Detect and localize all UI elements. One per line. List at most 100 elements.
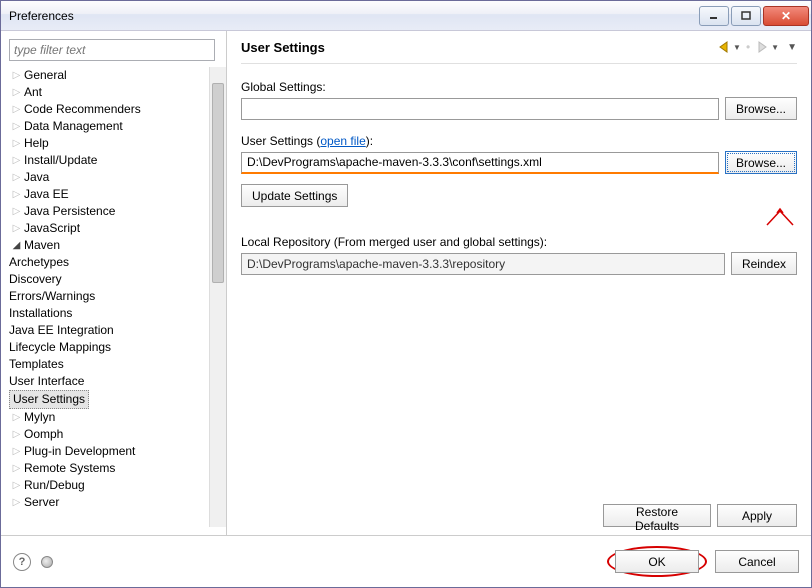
tree-item-label: Help: [24, 135, 49, 152]
tree-item-label: Archetypes: [9, 254, 69, 271]
dialog-footer: ? OK Cancel: [1, 535, 811, 587]
tree-item[interactable]: ▷General: [9, 67, 207, 84]
tree-item[interactable]: Errors/Warnings: [9, 288, 207, 305]
tree-item[interactable]: User Settings: [9, 390, 207, 409]
tree-item-label: Installations: [9, 305, 72, 322]
help-icon[interactable]: ?: [13, 553, 31, 571]
reindex-button[interactable]: Reindex: [731, 252, 797, 275]
back-dropdown-icon[interactable]: ▼: [733, 43, 741, 52]
chevron-right-icon[interactable]: ▷: [9, 101, 24, 118]
tree-item[interactable]: ▷Ant: [9, 84, 207, 101]
global-browse-button[interactable]: Browse...: [725, 97, 797, 120]
restore-defaults-button[interactable]: Restore Defaults: [603, 504, 711, 527]
tree-item-label: JavaScript: [24, 220, 80, 237]
footer-buttons: OK Cancel: [607, 546, 799, 577]
local-repo-row: Local Repository (From merged user and g…: [241, 235, 797, 275]
tree-item[interactable]: Discovery: [9, 271, 207, 288]
tree-item[interactable]: ▷Code Recommenders: [9, 101, 207, 118]
minimize-button[interactable]: [699, 6, 729, 26]
tree-item[interactable]: ▷Run/Debug: [9, 477, 207, 494]
chevron-right-icon[interactable]: ▷: [9, 118, 24, 135]
maximize-button[interactable]: [731, 6, 761, 26]
chevron-right-icon[interactable]: ▷: [9, 443, 24, 460]
nav-arrows: ▼ • ▼ ▼: [717, 39, 797, 55]
close-button[interactable]: ✕: [763, 6, 809, 26]
back-icon[interactable]: [717, 39, 733, 55]
cancel-button[interactable]: Cancel: [715, 550, 799, 573]
tree-item[interactable]: Lifecycle Mappings: [9, 339, 207, 356]
tree-item-label: Run/Debug: [24, 477, 85, 494]
tree-item[interactable]: Archetypes: [9, 254, 207, 271]
tree-item-label: Templates: [9, 356, 64, 373]
tree-item-label: User Interface: [9, 373, 84, 390]
page-buttons: Restore Defaults Apply: [241, 496, 797, 527]
chevron-right-icon[interactable]: ▷: [9, 426, 24, 443]
forward-dropdown-icon[interactable]: ▼: [771, 43, 779, 52]
tree-item-label: Maven: [24, 237, 60, 254]
preferences-tree[interactable]: ▷General▷Ant▷Code Recommenders▷Data Mana…: [9, 67, 209, 527]
tree-item[interactable]: ▷JavaScript: [9, 220, 207, 237]
tree-item[interactable]: ▷Java EE: [9, 186, 207, 203]
tree-item[interactable]: ▷Remote Systems: [9, 460, 207, 477]
status-dot-icon[interactable]: [41, 556, 53, 568]
chevron-right-icon[interactable]: ▷: [9, 169, 24, 186]
forward-icon[interactable]: [755, 39, 771, 55]
user-settings-row: User Settings (open file): Browse...: [241, 134, 797, 174]
chevron-right-icon[interactable]: ▷: [9, 409, 24, 426]
tree-item[interactable]: ▷Java Persistence: [9, 203, 207, 220]
tree-item-label: Java EE: [24, 186, 69, 203]
tree-item-label: Remote Systems: [24, 460, 115, 477]
tree-wrap: ▷General▷Ant▷Code Recommenders▷Data Mana…: [9, 67, 226, 527]
local-repo-input: [241, 253, 725, 275]
tree-item[interactable]: Installations: [9, 305, 207, 322]
preferences-window: Preferences ✕ ▷General▷Ant▷Code Recommen…: [0, 0, 812, 588]
tree-item[interactable]: User Interface: [9, 373, 207, 390]
chevron-down-icon[interactable]: ◢: [9, 237, 24, 254]
window-title: Preferences: [9, 9, 697, 23]
chevron-right-icon[interactable]: ▷: [9, 135, 24, 152]
tree-item[interactable]: ▷Server: [9, 494, 207, 511]
global-settings-input[interactable]: [241, 98, 719, 120]
chevron-right-icon[interactable]: ▷: [9, 186, 24, 203]
titlebar: Preferences ✕: [1, 1, 811, 31]
scroll-thumb[interactable]: [212, 83, 224, 283]
tree-item-label: User Settings: [9, 390, 89, 409]
chevron-right-icon[interactable]: ▷: [9, 67, 24, 84]
tree-item-label: Data Management: [24, 118, 123, 135]
tree-item[interactable]: ◢Maven: [9, 237, 207, 254]
tree-scrollbar[interactable]: [209, 67, 226, 527]
tree-item[interactable]: ▷Oomph: [9, 426, 207, 443]
open-file-link[interactable]: open file: [320, 134, 365, 148]
filter-input[interactable]: [9, 39, 215, 61]
tree-item[interactable]: ▷Data Management: [9, 118, 207, 135]
tree-item-label: Ant: [24, 84, 42, 101]
tree-item[interactable]: ▷Mylyn: [9, 409, 207, 426]
menu-dropdown-icon[interactable]: ▼: [787, 42, 797, 53]
tree-item[interactable]: ▷Java: [9, 169, 207, 186]
user-browse-button[interactable]: Browse...: [725, 151, 797, 174]
page-title: User Settings: [241, 40, 717, 55]
tree-item-label: General: [24, 67, 67, 84]
annotation-ok-circle: OK: [607, 546, 707, 577]
tree-item-label: Errors/Warnings: [9, 288, 95, 305]
apply-button[interactable]: Apply: [717, 504, 797, 527]
tree-item[interactable]: Java EE Integration: [9, 322, 207, 339]
tree-item[interactable]: Templates: [9, 356, 207, 373]
tree-item[interactable]: ▷Install/Update: [9, 152, 207, 169]
ok-button[interactable]: OK: [615, 550, 699, 573]
nav-separator: •: [746, 40, 750, 54]
chevron-right-icon[interactable]: ▷: [9, 220, 24, 237]
chevron-right-icon[interactable]: ▷: [9, 460, 24, 477]
tree-item-label: Discovery: [9, 271, 62, 288]
global-settings-row: Global Settings: Browse...: [241, 80, 797, 120]
user-settings-label: User Settings (open file):: [241, 134, 797, 148]
chevron-right-icon[interactable]: ▷: [9, 203, 24, 220]
chevron-right-icon[interactable]: ▷: [9, 152, 24, 169]
tree-item[interactable]: ▷Help: [9, 135, 207, 152]
tree-item[interactable]: ▷Plug-in Development: [9, 443, 207, 460]
chevron-right-icon[interactable]: ▷: [9, 84, 24, 101]
chevron-right-icon[interactable]: ▷: [9, 477, 24, 494]
user-settings-input[interactable]: [241, 152, 719, 174]
chevron-right-icon[interactable]: ▷: [9, 494, 24, 511]
update-settings-button[interactable]: Update Settings: [241, 184, 348, 207]
